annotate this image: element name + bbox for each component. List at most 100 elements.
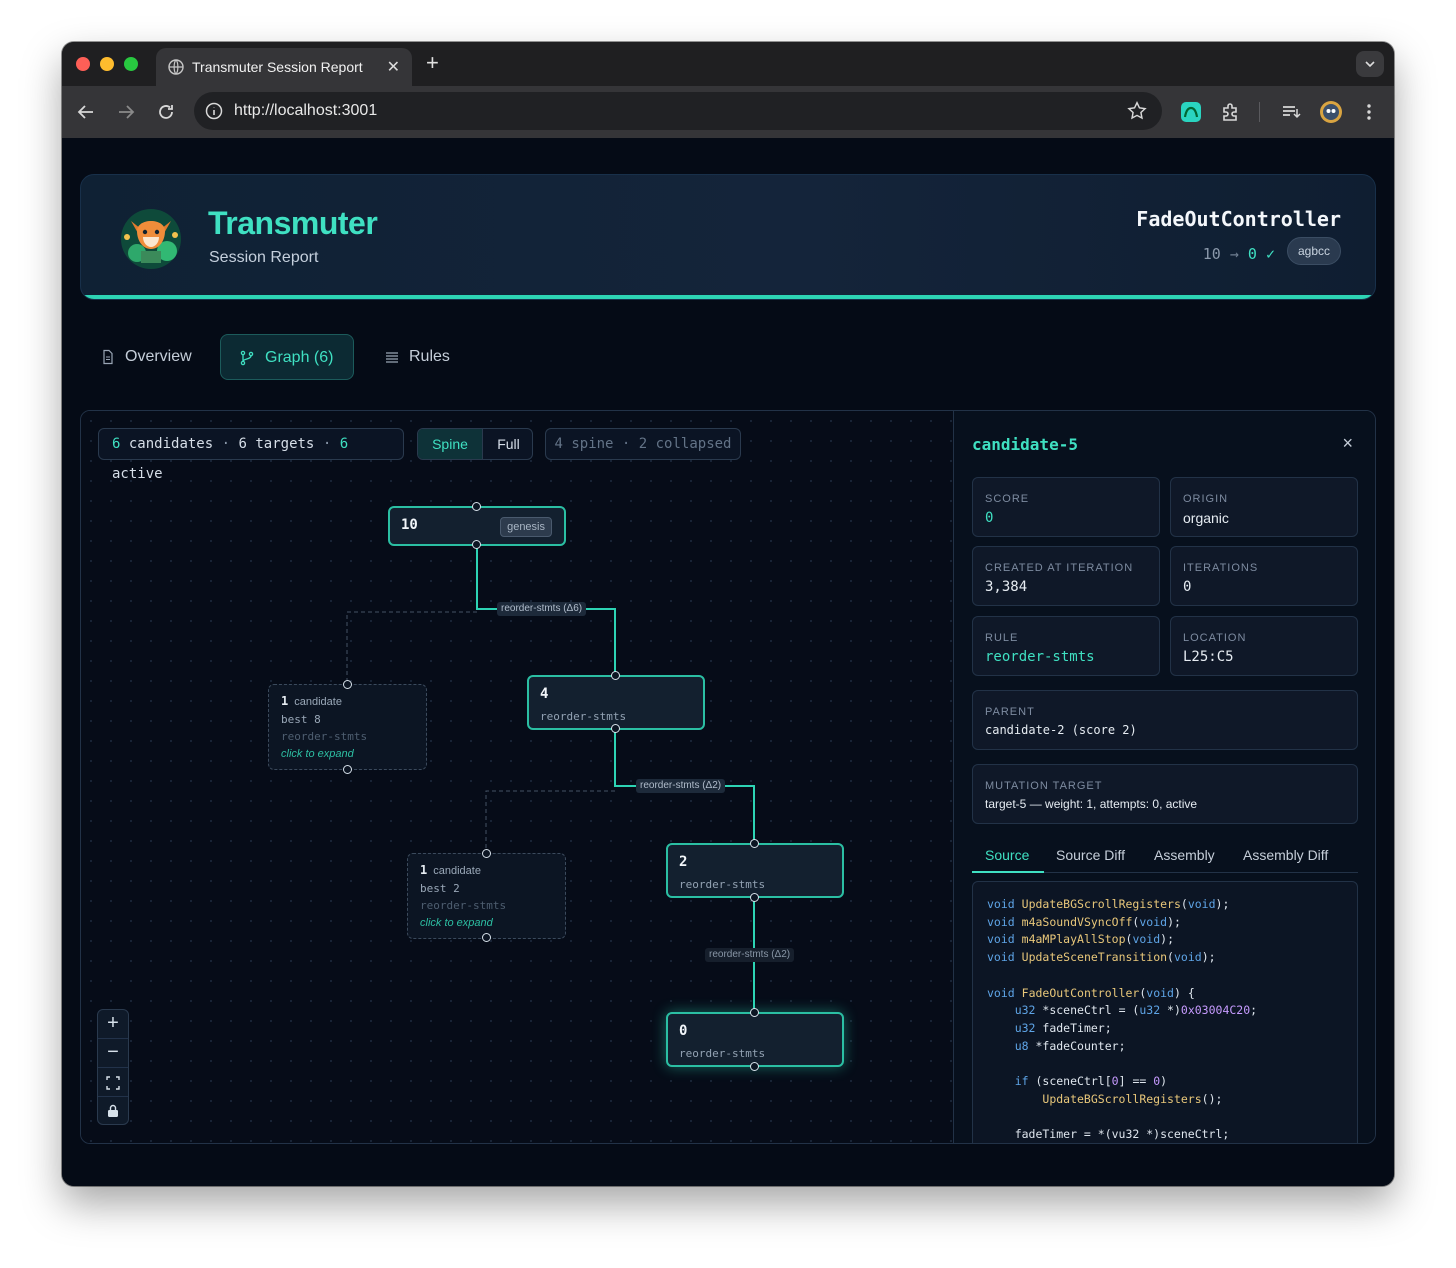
collapsed-group-node[interactable]: 1 candidate best 8 reorder-stmts click to… bbox=[268, 684, 427, 770]
bookmark-star-icon[interactable] bbox=[1126, 100, 1148, 122]
header-accent-bar bbox=[81, 295, 1375, 299]
field-label: CREATED AT ITERATION bbox=[985, 562, 1134, 574]
reading-list-icon[interactable] bbox=[1278, 99, 1304, 125]
tab-overview-label: Overview bbox=[125, 348, 192, 365]
maximize-window-button[interactable] bbox=[124, 57, 138, 71]
edge-label: reorder-stmts (Δ2) bbox=[636, 779, 726, 793]
tab-bar: Transmuter Session Report ✕ + bbox=[62, 42, 1394, 86]
expand-hint[interactable]: click to expand bbox=[281, 748, 354, 760]
node-score: 4 bbox=[540, 686, 549, 702]
globe-icon bbox=[168, 59, 184, 75]
puzzle-extensions-icon[interactable] bbox=[1218, 99, 1244, 125]
node-score: 0 bbox=[679, 1023, 688, 1039]
tab-source[interactable]: Source bbox=[985, 847, 1029, 863]
brand-title: Transmuter bbox=[208, 205, 378, 241]
graph-node-selected[interactable]: 0 reorder-stmts bbox=[666, 1012, 844, 1067]
site-info-icon[interactable] bbox=[204, 101, 224, 121]
close-panel-icon[interactable]: × bbox=[1342, 433, 1353, 454]
field-value: organic bbox=[1183, 510, 1229, 526]
node-handle[interactable] bbox=[750, 1008, 759, 1017]
candidate-detail-panel: candidate-5 × SCORE 0 ORIGIN organic CRE… bbox=[953, 411, 1375, 1143]
zoom-controls: + − bbox=[97, 1009, 129, 1125]
edge-label: reorder-stmts (Δ2) bbox=[705, 948, 795, 962]
tab-rules[interactable]: Rules bbox=[372, 334, 472, 380]
collapsed-group-node[interactable]: 1 candidate best 2 reorder-stmts click to… bbox=[407, 853, 566, 939]
address-bar[interactable]: http://localhost:3001 bbox=[194, 92, 1162, 130]
tab-assembly-diff[interactable]: Assembly Diff bbox=[1243, 847, 1328, 863]
node-handle[interactable] bbox=[750, 893, 759, 902]
graph-node-candidate[interactable]: 4 reorder-stmts bbox=[527, 675, 705, 730]
tab-overview[interactable]: Overview bbox=[80, 334, 202, 380]
lock-button[interactable] bbox=[98, 1097, 128, 1126]
graph-node-candidate[interactable]: 2 reorder-stmts bbox=[666, 843, 844, 898]
back-arrow-icon[interactable] bbox=[74, 100, 98, 124]
expand-hint[interactable]: click to expand bbox=[420, 917, 493, 929]
node-handle[interactable] bbox=[472, 540, 481, 549]
collapsed-edge-1 bbox=[346, 611, 477, 684]
compiler-badge: agbcc bbox=[1286, 237, 1341, 265]
source-code: void UpdateBGScrollRegisters(void); void… bbox=[987, 897, 1258, 1142]
browser-tab[interactable]: Transmuter Session Report ✕ bbox=[156, 48, 412, 86]
field-value: 0 bbox=[1183, 579, 1192, 595]
minimize-window-button[interactable] bbox=[100, 57, 114, 71]
field-value: L25:C5 bbox=[1183, 649, 1234, 665]
forward-arrow-icon[interactable] bbox=[114, 100, 138, 124]
collapsed-rule: reorder-stmts bbox=[420, 899, 507, 912]
field-label: ORIGIN bbox=[1183, 493, 1229, 505]
check-icon: ✓ bbox=[1265, 245, 1275, 263]
field-score: SCORE 0 bbox=[972, 477, 1160, 537]
node-score: 2 bbox=[679, 854, 688, 870]
close-window-button[interactable] bbox=[76, 57, 90, 71]
field-created-at: CREATED AT ITERATION 3,384 bbox=[972, 546, 1160, 606]
report-subtitle: Session Report bbox=[209, 249, 319, 266]
tab-rules-label: Rules bbox=[409, 348, 450, 365]
zoom-in-button[interactable]: + bbox=[98, 1010, 128, 1039]
lock-icon bbox=[108, 1104, 118, 1117]
new-tab-button[interactable]: + bbox=[426, 52, 439, 74]
fit-view-icon bbox=[106, 1076, 120, 1090]
zoom-out-button[interactable]: − bbox=[98, 1039, 128, 1068]
collapsed-rule: reorder-stmts bbox=[281, 730, 368, 743]
field-iterations: ITERATIONS 0 bbox=[1170, 546, 1358, 606]
toolbar-divider bbox=[1259, 102, 1260, 122]
field-label: SCORE bbox=[985, 493, 1030, 505]
node-handle[interactable] bbox=[343, 765, 352, 774]
field-location: LOCATION L25:C5 bbox=[1170, 616, 1358, 676]
close-tab-icon[interactable]: ✕ bbox=[387, 57, 400, 77]
function-name: FadeOutController bbox=[1136, 207, 1341, 231]
field-rule: RULE reorder-stmts bbox=[972, 616, 1160, 676]
collapsed-best: best 2 bbox=[420, 882, 460, 895]
node-handle[interactable] bbox=[750, 839, 759, 848]
collapsed-count-value: 1 bbox=[281, 694, 289, 708]
node-handle[interactable] bbox=[482, 849, 491, 858]
more-menu-icon[interactable] bbox=[1356, 99, 1382, 125]
arrow-icon: → bbox=[1229, 245, 1239, 263]
field-value: 0 bbox=[985, 510, 994, 526]
reload-icon[interactable] bbox=[154, 100, 178, 124]
edge-label: reorder-stmts (Δ6) bbox=[497, 602, 587, 616]
detail-tabs: Source Source Diff Assembly Assembly Dif… bbox=[972, 843, 1358, 873]
collapsed-count: 1 candidate bbox=[420, 863, 481, 877]
node-handle[interactable] bbox=[482, 933, 491, 942]
tab-graph[interactable]: Graph (6) bbox=[220, 334, 354, 380]
source-code-view[interactable]: void UpdateBGScrollRegisters(void); void… bbox=[972, 881, 1358, 1143]
tab-assembly[interactable]: Assembly bbox=[1154, 847, 1215, 863]
field-mutation-target: MUTATION TARGET target-5 — weight: 1, at… bbox=[972, 764, 1358, 824]
list-icon bbox=[386, 352, 398, 363]
collapsed-count-label: candidate bbox=[433, 865, 481, 877]
node-handle[interactable] bbox=[343, 680, 352, 689]
fit-view-button[interactable] bbox=[98, 1068, 128, 1097]
field-parent[interactable]: PARENT candidate-2 (score 2) bbox=[972, 690, 1358, 750]
tab-search-button[interactable] bbox=[1356, 51, 1384, 77]
extension-app-icon[interactable] bbox=[1178, 99, 1204, 125]
graph-canvas[interactable]: 6 candidates · 6 targets · 6 active Spin… bbox=[81, 411, 953, 1143]
tab-source-diff[interactable]: Source Diff bbox=[1056, 847, 1125, 863]
node-handle[interactable] bbox=[611, 671, 620, 680]
report-header: Transmuter Session Report FadeOutControl… bbox=[80, 174, 1376, 300]
node-handle[interactable] bbox=[750, 1062, 759, 1071]
node-handle[interactable] bbox=[472, 502, 481, 511]
node-handle[interactable] bbox=[611, 724, 620, 733]
profile-avatar-icon[interactable] bbox=[1318, 99, 1344, 125]
field-value: target-5 — weight: 1, attempts: 0, activ… bbox=[985, 797, 1198, 811]
git-branch-icon bbox=[240, 350, 254, 366]
